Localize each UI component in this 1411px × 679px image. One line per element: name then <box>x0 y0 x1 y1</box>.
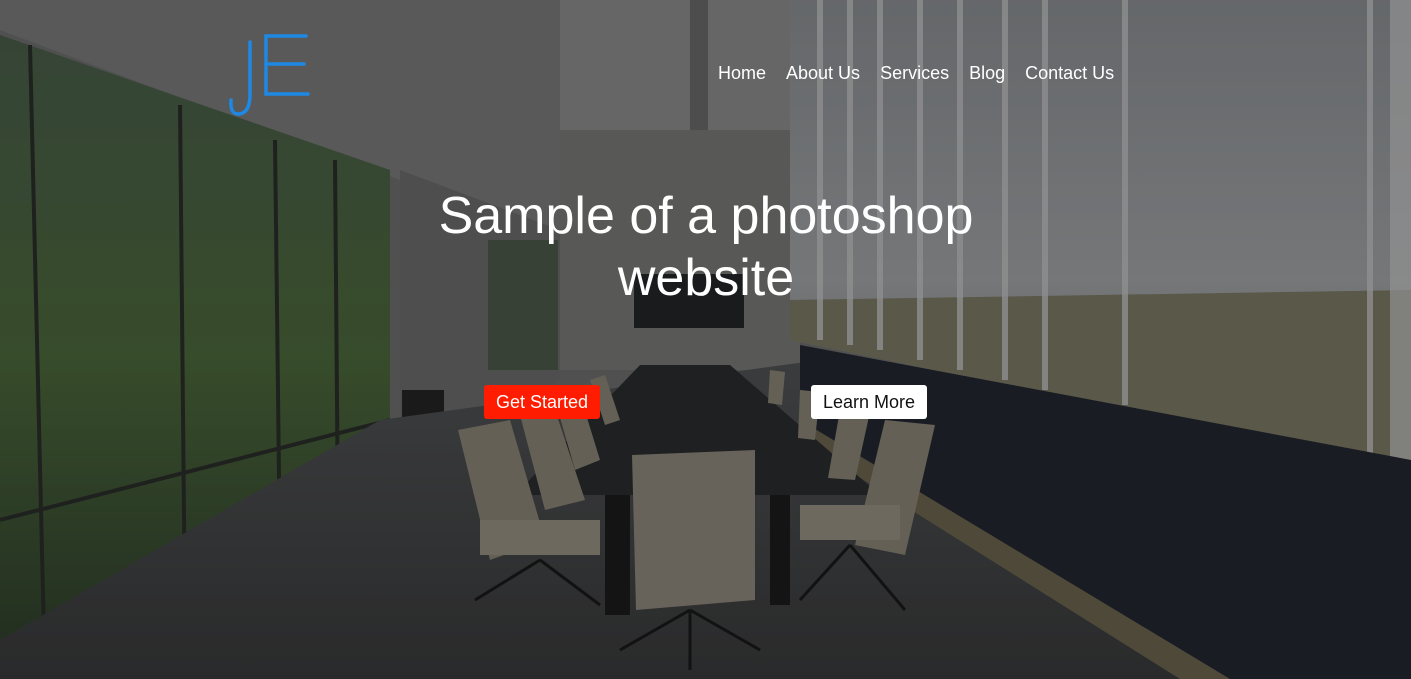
hero-section: Home About Us Services Blog Contact Us S… <box>0 0 1411 679</box>
get-started-button[interactable]: Get Started <box>484 385 601 419</box>
hero-title: Sample of a photoshop website <box>438 187 974 307</box>
site-logo[interactable] <box>226 30 316 122</box>
nav-item-services[interactable]: Services <box>880 63 949 84</box>
nav-item-contact-us[interactable]: Contact Us <box>1025 63 1114 84</box>
dark-overlay <box>0 0 1411 679</box>
nav-item-blog[interactable]: Blog <box>969 63 1005 84</box>
main-nav: Home About Us Services Blog Contact Us <box>718 63 1114 84</box>
nav-item-home[interactable]: Home <box>718 63 766 84</box>
nav-item-about-us[interactable]: About Us <box>786 63 860 84</box>
learn-more-button[interactable]: Learn More <box>811 385 928 419</box>
